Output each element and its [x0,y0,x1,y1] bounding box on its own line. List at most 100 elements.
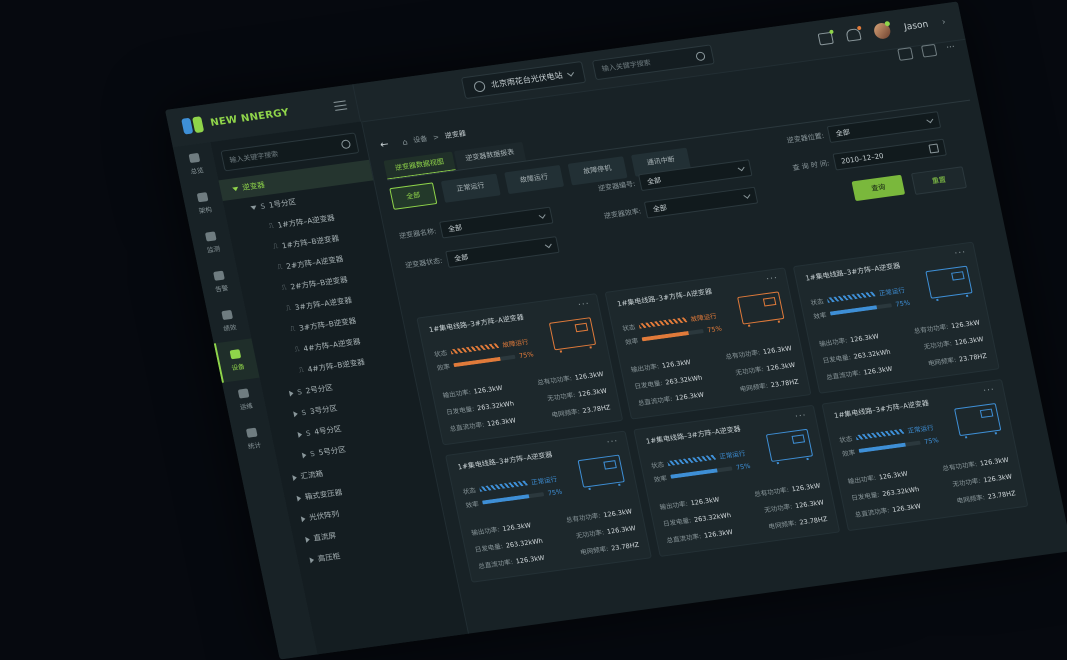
status-badge: 故障运行 [689,312,718,324]
caret-right-icon[interactable] [301,451,307,459]
caret-right-icon[interactable] [292,474,298,481]
status-button-1[interactable]: 正常运行 [440,173,501,203]
metric-dc_power: 总直流功率:126.3kW [854,498,936,519]
inverter-card[interactable]: 1#集电线路–3#方阵–A逆变器 ··· 状态 故障运行 效率 75% 输出功率:126.3… [604,267,812,420]
home-icon[interactable]: ⌂ [401,137,408,147]
card-metrics: 输出功率:126.3kW 总有功功率:126.3kW 日发电量:263.32kWh 无… [470,505,640,570]
export-icon[interactable] [897,47,914,61]
inverter-card[interactable]: 1#集电线路–3#方阵–A逆变器 ··· 状态 故障运行 效率 75% 输出功率:126.3… [416,293,624,446]
zone-icon: S [305,428,312,438]
status-badge: 正常运行 [878,286,906,298]
status-stripes [855,428,905,440]
card-metrics: 输出功率:126.3kW 总有功功率:126.3kW 日发电量:263.32kWh 无… [659,480,828,545]
status-button-2[interactable]: 故障运行 [504,164,565,195]
efficiency-fill [858,442,906,453]
metric-value: 126.3kW [472,383,504,396]
more-icon[interactable]: ··· [606,437,620,448]
inverter-icon: ⎍ [276,262,284,272]
metric-value: 126.3kW [486,416,517,429]
reset-button[interactable]: 重置 [910,166,967,195]
metric-freq: 电网频率:23.78HZ [746,513,828,534]
inverter-card[interactable]: 1#集电线路–3#方阵–A逆变器 ··· 状态 正常运行 效率 75% 输出功率:126.3… [821,378,1029,532]
filter-name-select[interactable]: 全部 [439,206,554,239]
caret-right-icon[interactable] [300,515,306,522]
tree-item-label: 1号分区 [268,197,297,210]
efficiency-value: 75% [894,298,911,309]
caret-right-icon[interactable] [296,494,302,502]
chevron-right-icon[interactable]: › [941,17,947,27]
filter-name-label: 逆变器名称: [398,226,438,240]
back-arrow-icon[interactable]: ← [379,139,390,151]
metric-value: 126.3kW [602,507,633,520]
breadcrumb-current: 逆变器 [444,129,467,141]
inverter-card[interactable]: 1#集电线路–3#方阵–A逆变器 ··· 状态 正常运行 效率 75% 输出功率:126.3… [445,430,652,583]
status-badge: 正常运行 [906,423,935,436]
more-icon[interactable]: ··· [577,299,591,310]
query-button[interactable]: 查询 [851,174,906,202]
metric-label: 总有功功率: [565,511,602,525]
calendar-icon[interactable] [928,143,940,154]
inverter-cabinet-icon [765,428,814,462]
nav-item-label: 绩效 [222,323,238,334]
efficiency-fill [482,494,529,505]
metric-label: 日发电量: [850,490,881,503]
mail-icon[interactable] [817,29,835,46]
avatar[interactable] [872,20,893,40]
metric-label: 无功功率: [575,528,605,541]
metric-label: 日发电量: [474,542,504,554]
caret-right-icon[interactable] [305,535,311,543]
user-name[interactable]: Jason [903,20,929,33]
upload-icon[interactable] [921,43,938,58]
search-icon[interactable] [340,139,352,150]
nav-item-label: 告警 [214,284,230,294]
more-icon[interactable]: ··· [765,273,779,284]
brand-name: NEW NNERGY [209,106,291,129]
more-icon[interactable]: ··· [945,42,956,53]
tree-item-label: 逆变器 [241,180,266,193]
efficiency-fill [641,331,689,342]
metric-label: 总直流功率: [637,394,674,408]
efficiency-label: 效率 [436,362,451,373]
tree-item-label: 光伏阵列 [308,509,340,523]
inverter-card[interactable]: 1#集电线路–3#方阵–A逆变器 ··· 状态 正常运行 效率 75% 输出功率:126.3… [633,404,841,557]
metric-freq: 电网频率:23.78HZ [905,350,987,371]
layers-icon [196,192,209,203]
metric-label: 电网频率: [550,407,581,420]
caret-right-icon[interactable] [288,389,294,397]
inverter-card[interactable]: 1#集电线路–3#方阵–A逆变器 ··· 状态 正常运行 效率 75% 输出功率:126.3… [792,241,1000,394]
efficiency-value: 75% [923,436,940,446]
menu-icon[interactable] [333,99,348,111]
metric-value: 126.3kW [979,455,1010,468]
efficiency-bar [482,492,545,505]
chevron-down-icon [545,241,553,249]
metric-value: 126.3kW [849,332,880,345]
caret-right-icon[interactable] [297,430,303,438]
efficiency-label: 效率 [841,448,856,459]
filter-eff-select[interactable]: 全部 [644,186,759,219]
inverter-icon: ⎍ [289,324,296,333]
breadcrumb-home[interactable]: 设备 [412,134,429,146]
status-button-0[interactable]: 全部 [389,182,438,210]
search-icon[interactable] [695,50,706,61]
tree-item-label: 2#方阵–A逆变器 [285,254,345,271]
tree-item-label: 3#方阵–A逆变器 [293,295,353,313]
chevron-down-icon [567,69,575,77]
more-icon[interactable]: ··· [954,248,968,259]
caret-right-icon[interactable] [309,556,315,563]
tree-item-label: 汇流箱 [299,469,324,481]
caret-down-icon[interactable] [232,186,239,192]
metric-label: 无功功率: [923,339,953,352]
metric-value: 263.32kWh [664,373,704,387]
inverter-icon: ⎍ [272,242,279,251]
caret-down-icon[interactable] [250,205,258,210]
zone-icon: S [259,201,266,211]
metric-value: 126.3kW [862,364,893,377]
metric-value: 126.3kW [891,502,922,514]
caret-right-icon[interactable] [293,410,299,417]
metric-value: 263.32kWh [881,485,920,499]
more-icon[interactable]: ··· [982,385,996,396]
bell-icon[interactable] [845,25,862,42]
more-icon[interactable]: ··· [794,411,808,422]
filter-state-select[interactable]: 全部 [445,236,561,268]
metric-label: 总直流功率: [448,420,485,434]
